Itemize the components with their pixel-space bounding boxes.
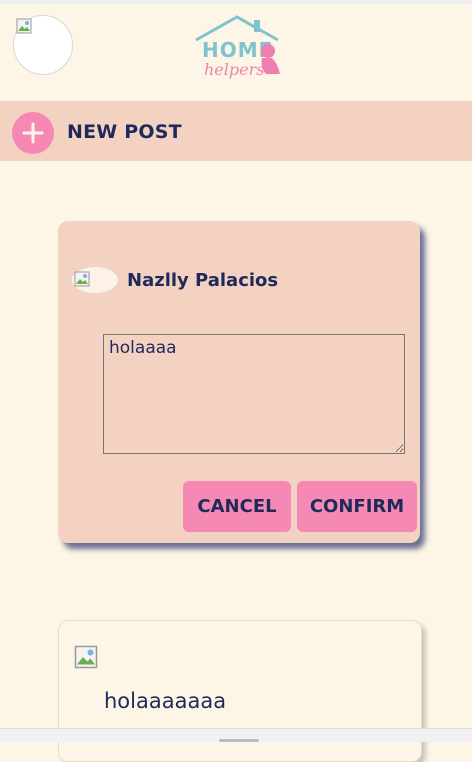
author-avatar [72, 267, 118, 293]
broken-image-icon [74, 271, 90, 287]
author-name: Nazlly Palacios [127, 270, 279, 291]
add-post-button[interactable] [12, 112, 54, 154]
broken-image-icon [74, 645, 98, 669]
app-header: HOME helpers [0, 4, 472, 101]
plus-icon [22, 122, 44, 144]
broken-image-icon [16, 18, 32, 34]
home-helpers-logo: HOME helpers [190, 14, 285, 94]
post-text: holaaaaaaa [104, 689, 227, 713]
user-avatar[interactable] [13, 15, 73, 75]
bottom-gesture-bar [0, 728, 472, 742]
new-post-bar: NEW POST [0, 101, 472, 161]
confirm-button[interactable]: CONFIRM [297, 481, 417, 532]
edit-post-card: Nazlly Palacios CANCEL CONFIRM [58, 221, 420, 543]
logo-helpers-text: helpers [204, 60, 265, 79]
woman-silhouette-icon [261, 44, 280, 74]
new-post-label[interactable]: NEW POST [67, 121, 182, 143]
post-text-input[interactable] [103, 334, 405, 454]
cancel-button[interactable]: CANCEL [183, 481, 291, 532]
